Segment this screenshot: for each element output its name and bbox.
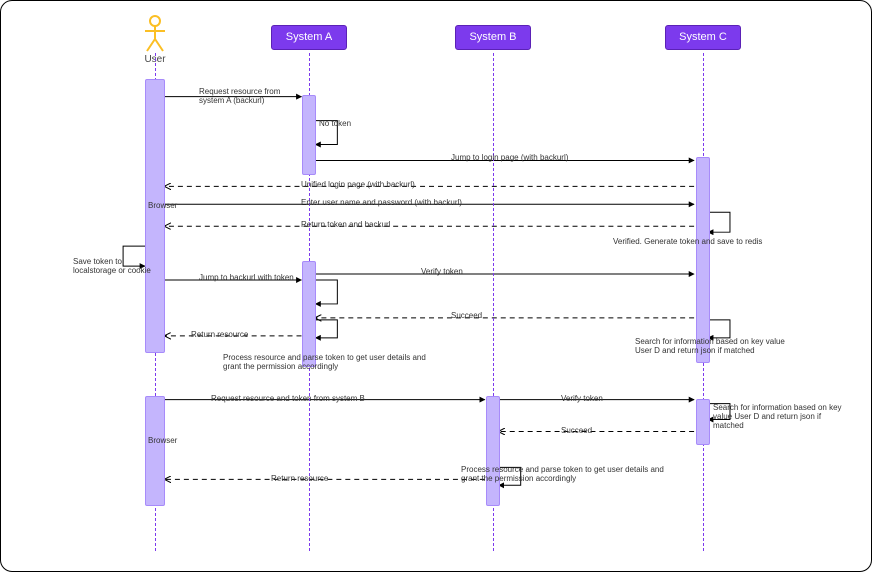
- bar-user-1: Browser: [145, 79, 165, 353]
- bar-user-2: Browser: [145, 396, 165, 506]
- msg-22-label: Process resource and parse token to get …: [461, 465, 671, 483]
- msg-12-label: Search for information based on key valu…: [635, 337, 795, 355]
- bar-sysC-2: [696, 399, 710, 445]
- bar-user-2-label: Browser: [148, 437, 162, 445]
- msg-21-label: Return resource: [271, 474, 371, 483]
- msg-14-label: Return resource: [191, 330, 281, 339]
- msg-1-label: No token: [319, 119, 379, 128]
- bar-sysB-2: [486, 396, 500, 506]
- lane-systemB-label: System B: [455, 25, 531, 50]
- msg-15-label: Process resource and parse token to get …: [223, 353, 433, 371]
- lane-header-systemC: System C: [663, 25, 743, 50]
- msg-5-label: Return token and backurl: [301, 220, 461, 229]
- msg-6-label: Verified. Generate token and save to red…: [613, 237, 793, 246]
- msg-3-label: Unified login page (with backurl): [301, 180, 471, 189]
- lane-systemA-label: System A: [271, 25, 347, 50]
- lane-header-systemB: System B: [453, 25, 533, 50]
- msg-9-label: Verify token: [421, 267, 521, 276]
- msg-7-label: Save token to localstorage or cookie: [73, 257, 153, 275]
- msg-19-label: Succeed: [561, 426, 641, 435]
- msg-4-label: Enter user name and password (with backu…: [301, 198, 481, 207]
- msg-0-label: Request resource from system A (backurl): [199, 87, 289, 105]
- bar-sysC-1: [696, 157, 710, 363]
- msg-12: [708, 320, 730, 338]
- stick-figure-icon: [141, 15, 169, 53]
- msg-8-label: Jump to backurl with token: [199, 273, 309, 282]
- msg-16-label: Request resource and token from system B: [211, 394, 411, 403]
- msg-6: [708, 212, 730, 232]
- msg-13: [315, 320, 337, 338]
- msg-17-label: Verify token: [561, 394, 651, 403]
- lane-systemC-label: System C: [665, 25, 741, 50]
- msg-18-label: Search for information based on key valu…: [713, 403, 853, 431]
- msg-2-label: Jump to login page (with backurl): [451, 153, 631, 162]
- msg-11: [315, 280, 337, 304]
- bar-user-1-label: Browser: [148, 202, 162, 210]
- lane-header-systemA: System A: [269, 25, 349, 50]
- bar-sysA-1: [302, 95, 316, 175]
- msg-10-label: Succeed: [451, 311, 531, 320]
